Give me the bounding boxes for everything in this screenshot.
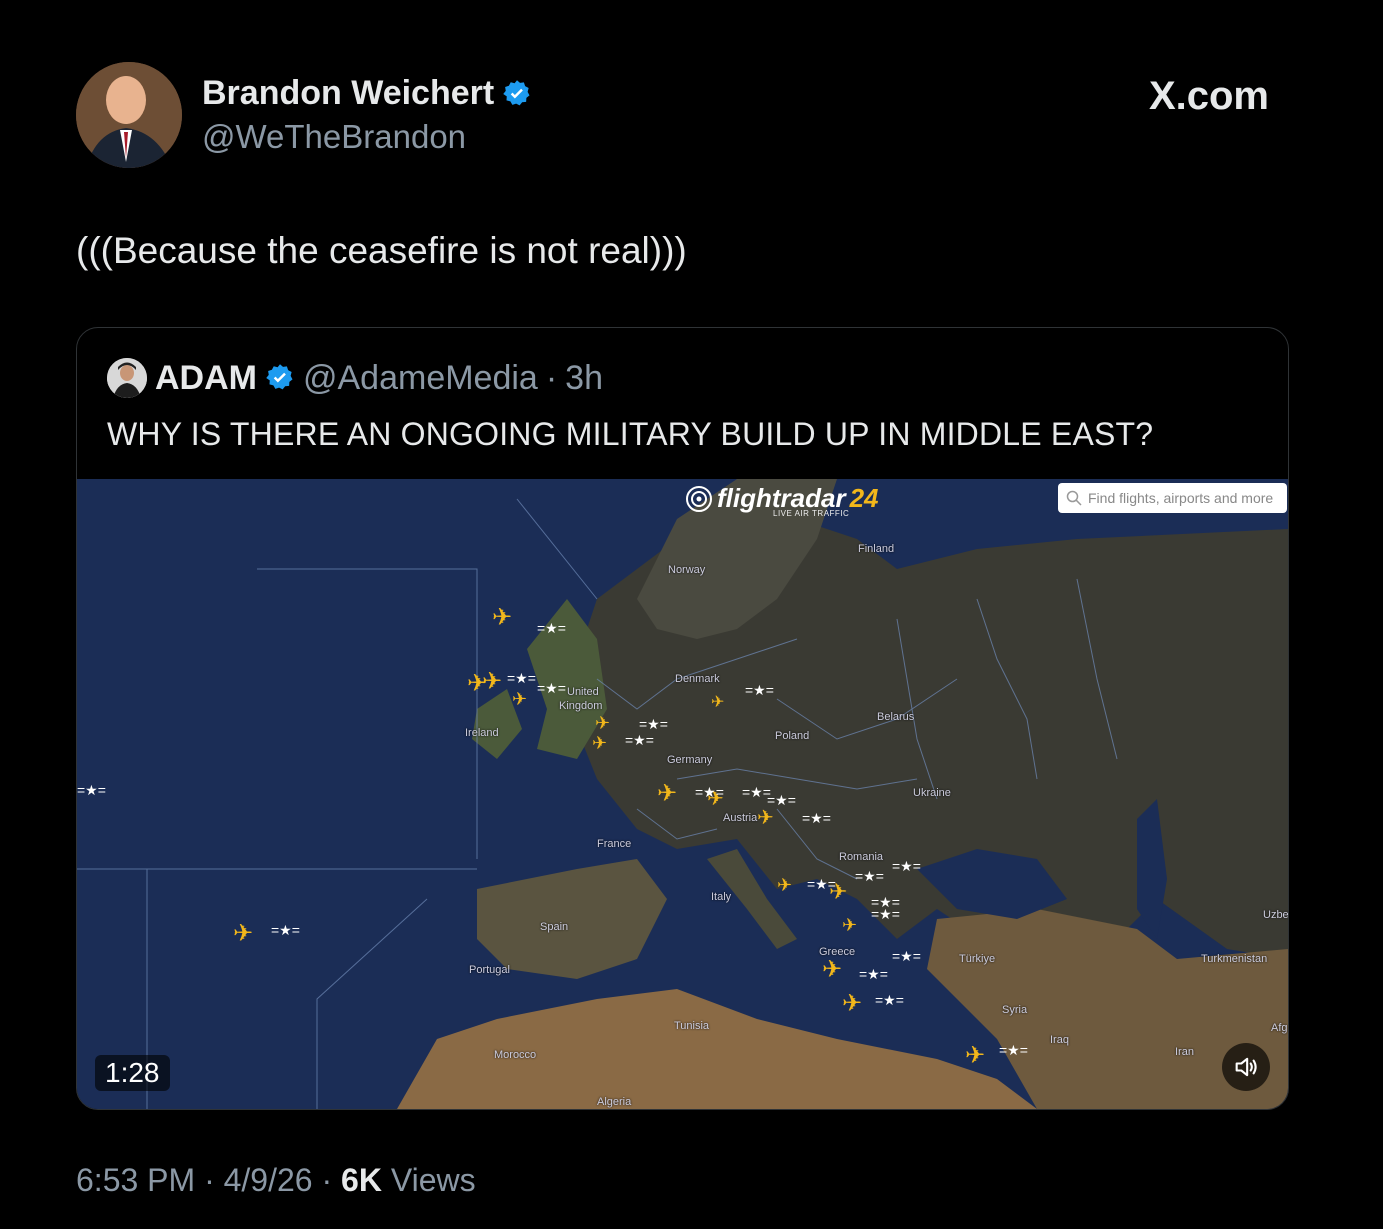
svg-text:=★=: =★=	[77, 782, 106, 798]
separator-dot: ·	[321, 1162, 333, 1198]
country-label: Ireland	[465, 727, 499, 739]
separator-dot: ·	[204, 1162, 215, 1198]
svg-text:=★=: =★=	[271, 922, 300, 938]
country-label: Germany	[667, 754, 713, 766]
separator-dot: ·	[545, 358, 558, 397]
mute-button[interactable]	[1222, 1043, 1270, 1091]
quote-author-name[interactable]: ADAM	[155, 359, 257, 398]
country-label: Belarus	[877, 711, 915, 723]
country-label: Ukraine	[913, 787, 951, 799]
svg-text:✈: ✈	[482, 668, 502, 695]
quote-timestamp[interactable]: 3h	[565, 359, 603, 398]
quoted-tweet-header: ADAM @AdameMedia · 3h	[107, 358, 603, 398]
author-avatar[interactable]	[76, 62, 182, 168]
country-label: Italy	[711, 891, 732, 903]
svg-text:=★=: =★=	[999, 1042, 1028, 1058]
logo-number: 24	[849, 483, 879, 513]
svg-text:✈: ✈	[592, 733, 607, 753]
svg-text:✈: ✈	[842, 915, 857, 935]
views-count: 6K	[341, 1162, 382, 1198]
country-label: France	[597, 838, 632, 850]
svg-text:✈: ✈	[965, 1042, 985, 1069]
tweet-time[interactable]: 6:53 PM	[76, 1162, 195, 1198]
country-label: Kingdom	[559, 700, 603, 712]
search-placeholder: Find flights, airports and more	[1088, 490, 1274, 506]
flight-search-box: Find flights, airports and more	[1058, 483, 1287, 513]
svg-text:=★=: =★=	[537, 680, 566, 696]
tweet-date[interactable]: 4/9/26	[224, 1162, 313, 1198]
video-player[interactable]: ✈ ✈ ✈ ✈ ✈ ✈ ✈ ✈ ✈ ✈ ✈ ✈ ✈ ✈ ✈ ✈ ✈ =★= =★…	[77, 479, 1288, 1109]
svg-text:=★=: =★=	[875, 992, 904, 1008]
quote-author-avatar[interactable]	[107, 358, 147, 398]
quoted-tweet-card[interactable]: ADAM @AdameMedia · 3h WHY IS THERE AN ON…	[76, 327, 1289, 1110]
svg-text:✈: ✈	[595, 713, 610, 733]
views-label: Views	[390, 1162, 476, 1198]
svg-text:=★=: =★=	[807, 876, 836, 892]
svg-text:=★=: =★=	[745, 682, 774, 698]
svg-text:=★=: =★=	[639, 716, 668, 732]
country-label: Syria	[1002, 1004, 1028, 1016]
svg-text:=★=: =★=	[625, 732, 654, 748]
svg-text:✈: ✈	[657, 780, 677, 807]
quote-text: WHY IS THERE AN ONGOING MILITARY BUILD U…	[107, 416, 1154, 452]
svg-text:✈: ✈	[822, 956, 842, 983]
author-handle[interactable]: @WeTheBrandon	[202, 118, 466, 156]
svg-text:✈: ✈	[757, 807, 774, 829]
svg-text:=★=: =★=	[695, 784, 724, 800]
country-label: Tunisia	[674, 1020, 710, 1032]
svg-text:✈: ✈	[842, 990, 862, 1017]
country-label: Morocco	[494, 1049, 537, 1061]
country-label: Uzbe	[1263, 909, 1289, 921]
country-label: Algeria	[597, 1096, 632, 1108]
country-label: Türkiye	[959, 953, 996, 965]
country-label: Portugal	[469, 964, 510, 976]
country-label: Greece	[819, 946, 856, 958]
country-label: Turkmenistan	[1201, 953, 1268, 965]
svg-text:=★=: =★=	[537, 620, 566, 636]
video-duration: 1:28	[95, 1055, 170, 1091]
svg-text:=★=: =★=	[507, 670, 536, 686]
author-name[interactable]: Brandon Weichert	[202, 74, 532, 113]
svg-text:✈: ✈	[492, 604, 512, 631]
svg-text:=★=: =★=	[859, 966, 888, 982]
country-label: Poland	[775, 730, 810, 742]
country-label: Iran	[1175, 1046, 1194, 1058]
search-icon	[1066, 490, 1082, 506]
x-brand-logo: X.com	[1148, 74, 1269, 118]
author-name-text: Brandon Weichert	[202, 74, 495, 112]
country-label: Afg	[1271, 1022, 1288, 1034]
tweet-text: (((Because the ceasefire is not real)))	[76, 230, 687, 271]
svg-text:=★=: =★=	[871, 906, 900, 922]
tweet-meta: 6:53 PM · 4/9/26 · 6K Views	[76, 1162, 476, 1199]
logo-subtitle: LIVE AIR TRAFFIC	[773, 509, 850, 518]
svg-text:=★=: =★=	[855, 868, 884, 884]
svg-text:=★=: =★=	[892, 948, 921, 964]
quote-author-handle[interactable]: @AdameMedia	[303, 359, 538, 398]
verified-badge-icon	[266, 364, 293, 390]
svg-text:✈: ✈	[777, 875, 792, 895]
country-label: United	[567, 686, 599, 698]
country-label: Finland	[858, 543, 895, 555]
svg-text:✈: ✈	[233, 920, 253, 947]
verified-badge-icon	[503, 79, 530, 105]
country-label: Austria	[723, 812, 758, 824]
svg-text:=★=: =★=	[802, 810, 831, 826]
country-label: Denmark	[675, 673, 720, 685]
svg-text:✈: ✈	[711, 694, 724, 711]
radar-icon	[686, 485, 712, 512]
svg-text:=★=: =★=	[767, 792, 796, 808]
country-label: Romania	[839, 851, 884, 863]
svg-text:✈: ✈	[512, 689, 527, 709]
country-label: Norway	[668, 564, 706, 576]
svg-text:=★=: =★=	[892, 858, 921, 874]
country-label: Spain	[540, 921, 569, 933]
speaker-icon	[1235, 1057, 1257, 1077]
country-label: Iraq	[1050, 1034, 1069, 1046]
